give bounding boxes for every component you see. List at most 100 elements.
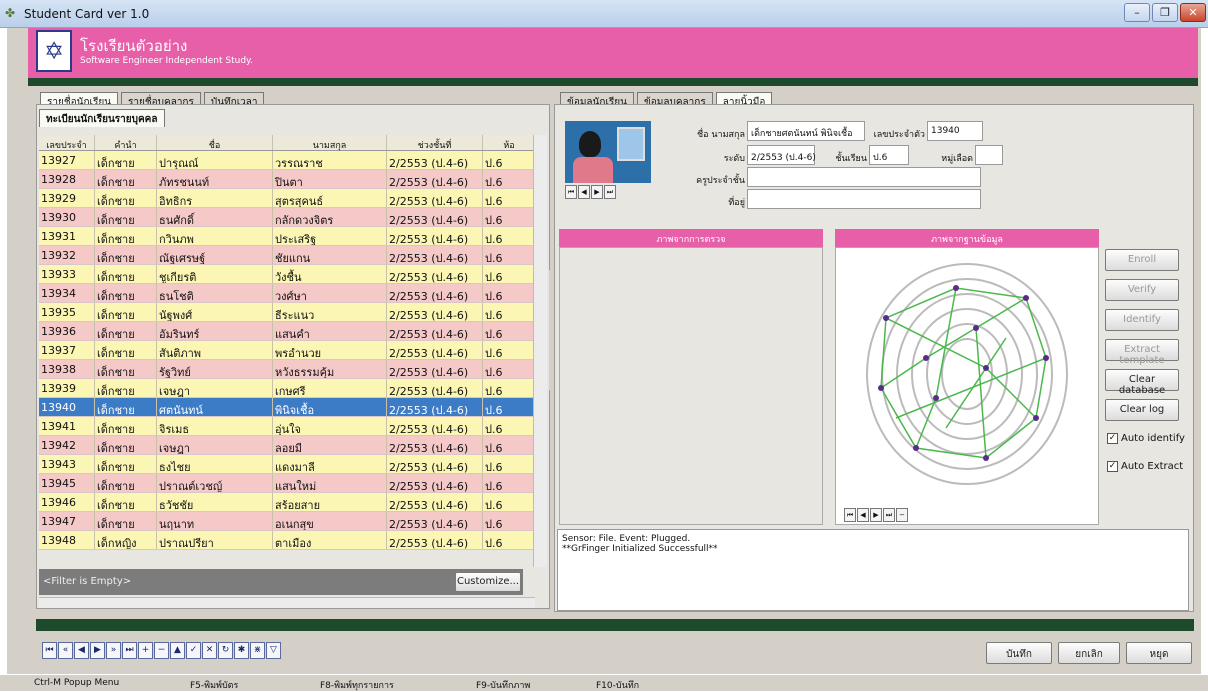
table-cell[interactable]: 13927 [39, 151, 95, 169]
table-row[interactable]: 13946 เด็กชาย ธวัชชัย สร้อยสาย 2/2553 (ป.4-6… [39, 493, 535, 512]
table-cell[interactable]: เด็กชาย [95, 322, 157, 340]
table-cell[interactable]: เด็กชาย [95, 246, 157, 264]
table-row[interactable]: 13928 เด็กชาย ภัทรชนนท์ ปินตา 2/2553 (ป.4-6)… [39, 170, 535, 189]
clear-log-button[interactable]: Clear log [1105, 399, 1179, 421]
edit-icon[interactable]: ▲ [170, 642, 185, 659]
table-cell[interactable]: ป.6 [483, 151, 535, 169]
table-cell[interactable]: เด็กชาย [95, 360, 157, 378]
table-cell[interactable]: เด็กชาย [95, 227, 157, 245]
table-row[interactable]: 13935 เด็กชาย นัฐพงศ์ ธีระแนว 2/2553 (ป.4-6)… [39, 303, 535, 322]
table-row[interactable]: 13933 เด็กชาย ชูเกียรติ วังชื้น 2/2553 (ป.4-… [39, 265, 535, 284]
table-cell[interactable]: 2/2553 (ป.4-6) [387, 246, 483, 264]
table-cell[interactable]: สร้อยสาย [273, 493, 387, 511]
id-field[interactable]: 13940 [927, 121, 983, 141]
table-cell[interactable]: ป.6 [483, 284, 535, 302]
table-row[interactable]: 13948 เด็กหญิง ปราณปรียา ตาเมือง 2/2553 (ป.4… [39, 531, 535, 550]
table-cell[interactable]: อเนกสุข [273, 512, 387, 530]
clear-database-button[interactable]: Clear database [1105, 369, 1179, 396]
table-row[interactable]: 13932 เด็กชาย ณัฐเศรษฐ์ ชัยแกน 2/2553 (ป.4-6… [39, 246, 535, 265]
table-cell[interactable]: แสนคำ [273, 322, 387, 340]
table-cell[interactable]: ชัยแกน [273, 246, 387, 264]
table-cell[interactable]: 2/2553 (ป.4-6) [387, 284, 483, 302]
table-cell[interactable]: ปินตา [273, 170, 387, 188]
table-row[interactable]: 13942 เด็กชาย เจษฎา ลอยมี 2/2553 (ป.4-6) ป.6 [39, 436, 535, 455]
table-cell[interactable]: 13943 [39, 455, 95, 473]
first-record-icon[interactable]: ⏮ [844, 508, 856, 522]
table-cell[interactable]: ป.6 [483, 493, 535, 511]
table-cell[interactable]: 13942 [39, 436, 95, 454]
table-cell[interactable]: ภัทรชนนท์ [157, 170, 273, 188]
table-cell[interactable]: 2/2553 (ป.4-6) [387, 474, 483, 492]
table-cell[interactable]: นฤนาท [157, 512, 273, 530]
table-cell[interactable]: ธนศักดิ์ [157, 208, 273, 226]
table-cell[interactable]: เด็กชาย [95, 284, 157, 302]
auto-extract-checkbox[interactable]: ✓ Auto Extract [1107, 461, 1183, 472]
table-cell[interactable]: 2/2553 (ป.4-6) [387, 417, 483, 435]
first-icon[interactable]: ⏮ [42, 642, 57, 659]
table-cell[interactable]: 13932 [39, 246, 95, 264]
table-cell[interactable]: ป.6 [483, 512, 535, 530]
table-cell[interactable]: 13939 [39, 379, 95, 397]
refresh-icon[interactable]: ↻ [218, 642, 233, 659]
table-cell[interactable]: เด็กชาย [95, 493, 157, 511]
table-row[interactable]: 13931 เด็กชาย กวินภพ ประเสริฐ 2/2553 (ป.4-6)… [39, 227, 535, 246]
table-row[interactable]: 13940 เด็กชาย ศตนันทน์ พินิจเชื้อ 2/2553 (ป.… [39, 398, 535, 417]
table-row[interactable]: 13945 เด็กชาย ปราณต์เวชญ์ แสนใหม่ 2/2553 (ป.… [39, 474, 535, 493]
name-field[interactable]: เด็กชายศตนันทน์ พินิจเชื้อ [747, 121, 865, 141]
table-cell[interactable]: ป.6 [483, 436, 535, 454]
table-cell[interactable]: อิทธิกร [157, 189, 273, 207]
table-cell[interactable]: เด็กชาย [95, 170, 157, 188]
cancel-button[interactable]: ยกเลิก [1058, 642, 1120, 664]
prev-page-icon[interactable]: « [58, 642, 73, 659]
table-cell[interactable]: 13940 [39, 398, 95, 416]
table-cell[interactable]: ตาเมือง [273, 531, 387, 549]
table-cell[interactable]: ป.6 [483, 398, 535, 416]
col-header-room[interactable]: ห้อ [483, 135, 535, 151]
table-cell[interactable]: แสนใหม่ [273, 474, 387, 492]
last-photo-icon[interactable]: ⏭ [604, 185, 616, 199]
grid-vertical-scrollbar[interactable] [533, 135, 547, 567]
table-cell[interactable]: จิรเมธ [157, 417, 273, 435]
teacher-field[interactable] [747, 167, 981, 187]
table-cell[interactable]: กวินภพ [157, 227, 273, 245]
table-cell[interactable]: พรอำนวย [273, 341, 387, 359]
table-cell[interactable]: ป.6 [483, 208, 535, 226]
tab-student-register[interactable]: ทะเบียนนักเรียนรายบุคคล [39, 109, 165, 127]
table-cell[interactable]: 2/2553 (ป.4-6) [387, 512, 483, 530]
table-cell[interactable]: 13930 [39, 208, 95, 226]
table-cell[interactable]: 2/2553 (ป.4-6) [387, 398, 483, 416]
next-record-icon[interactable]: ▶ [870, 508, 882, 522]
table-cell[interactable]: เด็กชาย [95, 265, 157, 283]
table-row[interactable]: 13934 เด็กชาย ธนโชติ วงศ์ษา 2/2553 (ป.4-6) ป.… [39, 284, 535, 303]
goto-bookmark-icon[interactable]: ⋇ [250, 642, 265, 659]
cancel-edit-icon[interactable]: ✕ [202, 642, 217, 659]
table-cell[interactable]: 2/2553 (ป.4-6) [387, 436, 483, 454]
table-cell[interactable]: เด็กชาย [95, 303, 157, 321]
table-cell[interactable]: ป.6 [483, 341, 535, 359]
table-row[interactable]: 13941 เด็กชาย จิรเมธ อุ่นใจ 2/2553 (ป.4-6) ป.… [39, 417, 535, 436]
post-icon[interactable]: ✓ [186, 642, 201, 659]
customize-button[interactable]: Customize... [455, 572, 521, 592]
extract-template-button[interactable]: Extract template [1105, 339, 1179, 366]
table-cell[interactable]: ชูเกียรติ [157, 265, 273, 283]
table-row[interactable]: 13938 เด็กชาย รัฐวิทย์ หวังธรรมคุ้ม 2/2553 (… [39, 360, 535, 379]
table-cell[interactable]: 2/2553 (ป.4-6) [387, 455, 483, 473]
delete-icon[interactable]: − [154, 642, 169, 659]
table-cell[interactable]: 2/2553 (ป.4-6) [387, 151, 483, 169]
table-cell[interactable]: อุ่นใจ [273, 417, 387, 435]
col-header-level[interactable]: ช่วงชั้นที่ [387, 135, 483, 151]
table-cell[interactable]: 2/2553 (ป.4-6) [387, 360, 483, 378]
table-cell[interactable]: เด็กชาย [95, 208, 157, 226]
table-cell[interactable]: ป.6 [483, 322, 535, 340]
table-cell[interactable]: 13947 [39, 512, 95, 530]
table-cell[interactable]: วรรณราช [273, 151, 387, 169]
table-cell[interactable]: 13948 [39, 531, 95, 549]
table-cell[interactable]: ประเสริฐ [273, 227, 387, 245]
table-cell[interactable]: กลักดวงจิตร [273, 208, 387, 226]
table-cell[interactable]: เด็กชาย [95, 512, 157, 530]
table-cell[interactable]: 13937 [39, 341, 95, 359]
table-cell[interactable]: 13929 [39, 189, 95, 207]
table-cell[interactable]: เจษฎา [157, 436, 273, 454]
table-cell[interactable]: แดงมาลี [273, 455, 387, 473]
class-field[interactable]: ป.6 [869, 145, 909, 165]
